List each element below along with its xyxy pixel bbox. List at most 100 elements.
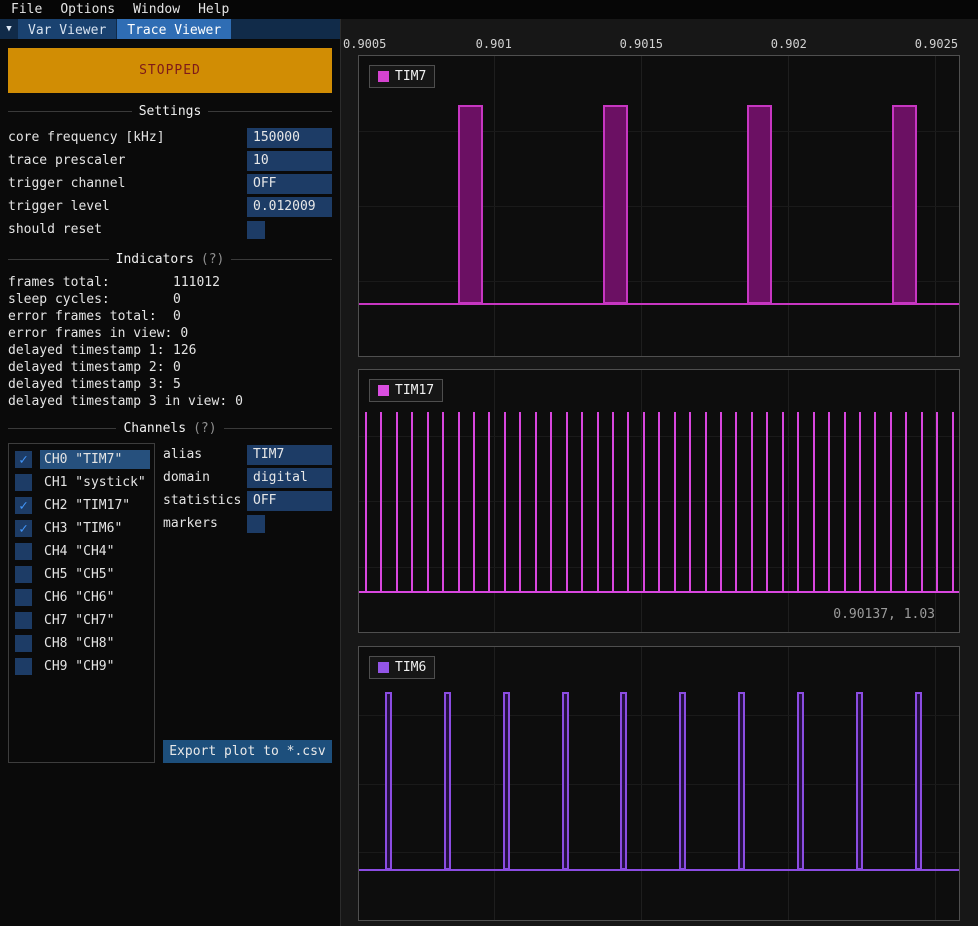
pulse <box>603 105 628 305</box>
setting-input-core-frequency-khz[interactable]: 150000 <box>247 128 332 148</box>
pulse <box>385 692 392 871</box>
plot-tim6[interactable]: TIM6 <box>358 646 960 921</box>
pulse <box>892 105 917 305</box>
indicator-label: delayed timestamp 2: <box>8 360 165 375</box>
pulse <box>936 412 938 592</box>
gridline-horizontal <box>359 281 959 282</box>
channel-row-1[interactable]: CH1 "systick" <box>9 471 154 494</box>
property-label: markers <box>163 516 247 531</box>
channel-checkbox[interactable] <box>15 658 32 675</box>
channel-label: CH7 "CH7" <box>40 611 150 630</box>
gridline-horizontal <box>359 206 959 207</box>
pulse <box>782 412 784 592</box>
pulse <box>562 692 569 871</box>
legend-color-swatch <box>378 662 389 673</box>
channel-row-3[interactable]: ✓CH3 "TIM6" <box>9 517 154 540</box>
menu-item-window[interactable]: Window <box>124 1 189 18</box>
property-label: alias <box>163 447 247 462</box>
channel-label: CH2 "TIM17" <box>40 496 150 515</box>
separator-line <box>208 111 332 112</box>
channel-checkbox[interactable]: ✓ <box>15 520 32 537</box>
help-icon[interactable]: (?) <box>201 252 224 267</box>
indicator-row: error frames in view:0 <box>8 325 332 342</box>
time-axis: 0.90050.9010.90150.9020.9025 <box>358 37 960 53</box>
property-statistics: statisticsOFF <box>163 489 332 512</box>
menu-item-options[interactable]: Options <box>51 1 124 18</box>
channel-row-9[interactable]: CH9 "CH9" <box>9 655 154 678</box>
collapse-arrow-icon[interactable]: ▼ <box>0 19 18 39</box>
indicator-row: delayed timestamp 3 in view:0 <box>8 393 332 410</box>
export-csv-button[interactable]: Export plot to *.csv <box>163 740 332 763</box>
property-combo-statistics[interactable]: OFF <box>247 491 332 511</box>
help-icon[interactable]: (?) <box>193 421 216 436</box>
channel-row-4[interactable]: CH4 "CH4" <box>9 540 154 563</box>
channel-label: CH6 "CH6" <box>40 588 150 607</box>
channel-checkbox[interactable] <box>15 474 32 491</box>
channel-properties: aliasTIM7domaindigitalstatisticsOFFmarke… <box>163 443 332 763</box>
indicator-label: delayed timestamp 1: <box>8 343 165 358</box>
channel-row-8[interactable]: CH8 "CH8" <box>9 632 154 655</box>
channel-checkbox[interactable]: ✓ <box>15 497 32 514</box>
markers-checkbox[interactable] <box>247 515 265 533</box>
indicator-value: 0 <box>165 360 181 375</box>
check-icon: ✓ <box>19 499 27 513</box>
setting-combo-trigger-channel[interactable]: OFF <box>247 174 332 194</box>
indicators-header-title: Indicators <box>116 252 194 267</box>
channels-header: Channels(?) <box>8 421 332 436</box>
setting-trigger-level: trigger level0.012009 <box>8 195 332 218</box>
channel-checkbox[interactable] <box>15 589 32 606</box>
pulse <box>813 412 815 592</box>
setting-label: trigger channel <box>8 176 247 191</box>
indicator-row: error frames total:0 <box>8 308 332 325</box>
channel-checkbox[interactable] <box>15 612 32 629</box>
tab-var-viewer[interactable]: Var Viewer <box>18 19 116 39</box>
legend-label: TIM17 <box>395 383 434 398</box>
property-combo-domain[interactable]: digital <box>247 468 332 488</box>
plot-tim17[interactable]: TIM170.90137, 1.03 <box>358 369 960 633</box>
check-icon: ✓ <box>19 453 27 467</box>
pulse <box>488 412 490 592</box>
channel-row-7[interactable]: CH7 "CH7" <box>9 609 154 632</box>
acquisition-state-button[interactable]: STOPPED <box>8 48 332 93</box>
indicator-label: delayed timestamp 3 in view: <box>8 394 227 409</box>
setting-label: core frequency [kHz] <box>8 130 247 145</box>
pulse <box>627 412 629 592</box>
pulse <box>612 412 614 592</box>
settings-header-title: Settings <box>139 104 202 119</box>
menu-item-file[interactable]: File <box>2 1 51 18</box>
channel-checkbox[interactable]: ✓ <box>15 451 32 468</box>
separator-line <box>8 428 116 429</box>
property-alias: aliasTIM7 <box>163 443 332 466</box>
channel-row-2[interactable]: ✓ CH2 "TIM17" <box>9 494 154 517</box>
check-icon: ✓ <box>19 522 27 536</box>
channel-row-0[interactable]: ✓CH0 "TIM7" <box>9 448 154 471</box>
channel-list: ✓CH0 "TIM7"CH1 "systick" ✓ CH2 "TIM17" ✓CH3… <box>8 443 155 763</box>
setting-input-trigger-level[interactable]: 0.012009 <box>247 197 332 217</box>
pulse <box>365 412 367 592</box>
menu-item-help[interactable]: Help <box>189 1 238 18</box>
setting-input-trace-prescaler[interactable]: 10 <box>247 151 332 171</box>
tab-trace-viewer[interactable]: Trace Viewer <box>117 19 231 39</box>
pulse <box>844 412 846 592</box>
axis-tick-label: 0.9005 <box>343 37 386 51</box>
legend-label: TIM6 <box>395 660 426 675</box>
pulse <box>679 692 686 871</box>
channel-row-6[interactable]: CH6 "CH6" <box>9 586 154 609</box>
channel-checkbox[interactable] <box>15 543 32 560</box>
channel-checkbox[interactable] <box>15 566 32 583</box>
channel-checkbox[interactable] <box>15 635 32 652</box>
property-input-alias[interactable]: TIM7 <box>247 445 332 465</box>
indicator-label: delayed timestamp 3: <box>8 377 165 392</box>
window-content: ▼Var ViewerTrace Viewer STOPPED Settings c… <box>0 19 978 926</box>
axis-tick-label: 0.9025 <box>915 37 958 51</box>
indicator-label: error frames in view: <box>8 326 172 341</box>
pulse <box>856 692 863 871</box>
setting-label: trigger level <box>8 199 247 214</box>
pulse <box>444 692 451 871</box>
channel-label: CH5 "CH5" <box>40 565 150 584</box>
plots-panel: 0.90050.9010.90150.9020.9025 TIM7 TIM170… <box>341 19 978 926</box>
should-reset-checkbox[interactable] <box>247 221 265 239</box>
channel-row-5[interactable]: CH5 "CH5" <box>9 563 154 586</box>
plot-tim7[interactable]: TIM7 <box>358 55 960 357</box>
pulse <box>874 412 876 592</box>
